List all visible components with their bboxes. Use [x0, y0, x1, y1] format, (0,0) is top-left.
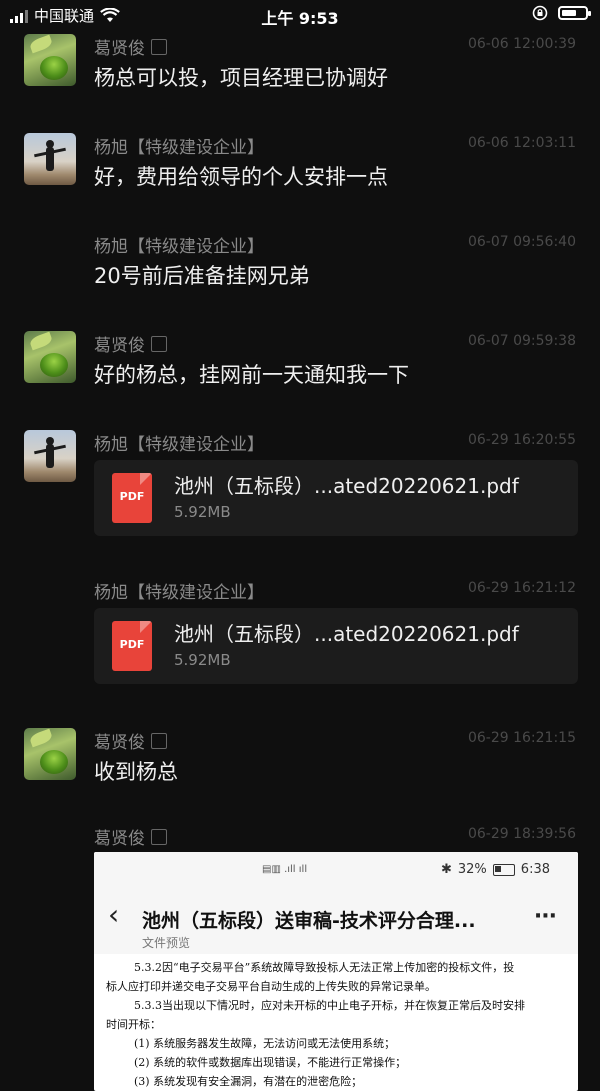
message-text[interactable]: 收到杨总 [94, 756, 178, 786]
message-text[interactable]: 好的杨总，挂网前一天通知我一下 [94, 359, 409, 389]
orientation-lock-icon [532, 5, 548, 21]
file-attachment[interactable]: PDF 池州（五标段）...ated20220621.pdf 5.92MB [94, 608, 578, 684]
status-time: 上午 9:53 [261, 9, 339, 28]
file-size: 5.92MB [174, 503, 231, 521]
file-size: 5.92MB [174, 651, 231, 669]
sender-name: 葛贤俊 [94, 34, 167, 59]
file-attachment[interactable]: PDF 池州（五标段）...ated20220621.pdf 5.92MB [94, 460, 578, 536]
message-time: 06-06 12:03:11 [467, 135, 576, 151]
battery-icon [492, 863, 515, 876]
status-right [532, 5, 591, 21]
message-text[interactable]: 20号前后准备挂网兄弟 [94, 260, 310, 290]
status-bar: 中国联通 上午 9:53 [0, 0, 600, 32]
message-time: 06-07 09:56:40 [467, 234, 576, 250]
message-time: 06-29 16:20:55 [467, 432, 576, 448]
sender-name: 葛贤俊 [94, 331, 167, 356]
more-icon: ··· [533, 904, 557, 929]
sender-name: 杨旭【特级建设企业】 [94, 138, 264, 158]
avatar[interactable] [24, 34, 76, 86]
embedded-title: 池州（五标段）送审稿-技术评分合理... [142, 910, 476, 932]
sender-name: 杨旭【特级建设企业】 [94, 435, 264, 455]
embedded-title-bar: ‹ 池州（五标段）送审稿-技术评分合理... 文件预览 ··· [94, 888, 578, 954]
message-text[interactable]: 杨总可以投，项目经理已协调好 [94, 62, 388, 92]
message-time: 06-29 16:21:12 [467, 580, 576, 596]
image-attachment[interactable]: ▤▥ .ıll ıll ✱ 32% 6:38 ‹ 池州（五标段）送审稿-技术评分… [94, 852, 578, 1091]
pdf-file-icon: PDF [112, 473, 152, 523]
file-name: 池州（五标段）...ated20220621.pdf [174, 622, 519, 646]
message-time: 06-29 16:21:15 [467, 730, 576, 746]
embedded-document-text: 5.3.2因“电子交易平台”系统故障导致投标人无法正常上传加密的投标文件，投 标… [106, 961, 525, 1088]
message-time: 06-06 12:00:39 [467, 36, 576, 52]
back-icon: ‹ [108, 898, 120, 931]
embedded-status-bar: ▤▥ .ıll ıll ✱ 32% 6:38 [94, 852, 578, 888]
pdf-file-icon: PDF [112, 621, 152, 671]
sender-name: 葛贤俊 [94, 728, 167, 753]
network-icon: ▤▥ .ıll ıll [262, 864, 308, 875]
sender-name: 杨旭【特级建设企业】 [94, 237, 264, 257]
battery-icon [558, 6, 591, 20]
message-time: 06-07 09:59:38 [467, 333, 576, 349]
checkbox-icon[interactable] [151, 335, 167, 352]
avatar[interactable] [24, 430, 76, 482]
embedded-subtitle: 文件预览 [142, 936, 191, 950]
file-name: 池州（五标段）...ated20220621.pdf [174, 474, 519, 498]
avatar[interactable] [24, 331, 76, 383]
message-text[interactable]: 好，费用给领导的个人安排一点 [94, 161, 388, 191]
avatar[interactable] [24, 728, 76, 780]
checkbox-icon[interactable] [151, 38, 167, 55]
avatar[interactable] [24, 133, 76, 185]
message-time: 06-29 18:39:56 [467, 826, 576, 842]
bluetooth-icon: ✱ [440, 862, 452, 877]
sender-name: 杨旭【特级建设企业】 [94, 583, 264, 603]
checkbox-icon[interactable] [151, 732, 167, 749]
sender-name: 葛贤俊 [94, 824, 167, 849]
checkbox-icon[interactable] [151, 828, 167, 845]
